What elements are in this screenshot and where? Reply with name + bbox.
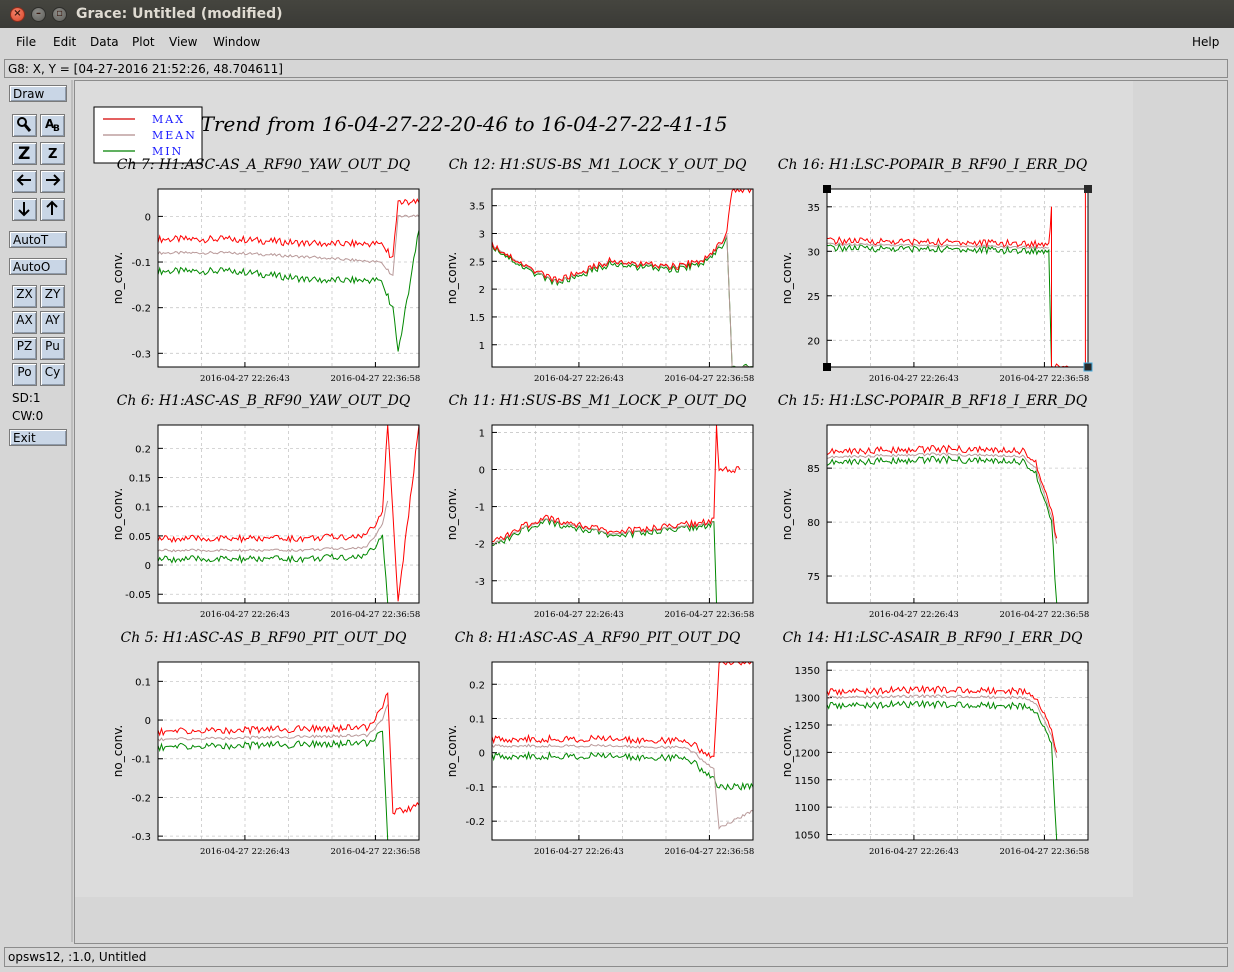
y-tick-label: 3.5: [469, 202, 485, 213]
x-tick-label: 2016-04-27 22:26:43: [869, 847, 959, 857]
y-tick-label: 0: [479, 749, 485, 760]
x-tick-label: 2016-04-27 22:26:43: [534, 374, 624, 384]
status-text: opsws12, :1.0, Untitled: [8, 950, 147, 964]
y-tick-label: -0.1: [131, 755, 151, 766]
x-tick-label: 2016-04-27 22:36:58: [999, 610, 1089, 620]
y-tick-label: 1150: [795, 776, 820, 787]
y-tick-label: 1.5: [469, 313, 485, 324]
status-bar: opsws12, :1.0, Untitled: [4, 947, 1228, 967]
x-tick-label: 2016-04-27 22:26:43: [869, 610, 959, 620]
y-tick-label: -0.2: [465, 817, 485, 828]
selection-handle[interactable]: [823, 363, 831, 371]
y-tick-label: -0.2: [131, 304, 151, 315]
y-tick-label: -1: [475, 503, 485, 514]
y-tick-label: -3: [475, 577, 485, 588]
y-tick-label: -0.1: [465, 783, 485, 794]
y-tick-label: -0.1: [131, 258, 151, 269]
y-tick-label: -0.3: [131, 832, 151, 843]
y-tick-label: -0.3: [131, 349, 151, 360]
y-axis-label: no_conv.: [111, 725, 125, 777]
y-tick-label: 0.2: [469, 680, 485, 691]
y-tick-label: 0.15: [129, 474, 151, 485]
y-axis-label: no_conv.: [780, 488, 794, 540]
x-tick-label: 2016-04-27 22:26:43: [200, 610, 290, 620]
y-tick-label: 0.1: [469, 714, 485, 725]
y-tick-label: -0.05: [125, 590, 151, 601]
selection-handle[interactable]: [1083, 362, 1093, 372]
y-tick-label: 85: [807, 464, 820, 475]
x-tick-label: 2016-04-27 22:36:58: [664, 374, 754, 384]
y-tick-label: 1050: [795, 831, 820, 842]
y-tick-label: 80: [807, 518, 820, 529]
y-tick-label: 1250: [795, 721, 820, 732]
x-tick-label: 2016-04-27 22:36:58: [664, 610, 754, 620]
selection-handle[interactable]: [823, 185, 831, 193]
y-axis-label: no_conv.: [111, 488, 125, 540]
graph-title: Ch 11: H1:SUS-BS_M1_LOCK_P_OUT_DQ: [448, 393, 747, 409]
graph-title: Ch 5: H1:ASC-AS_B_RF90_PIT_OUT_DQ: [121, 630, 407, 646]
graph-title: Ch 7: H1:ASC-AS_A_RF90_YAW_OUT_DQ: [117, 157, 411, 173]
y-axis-label: no_conv.: [445, 725, 459, 777]
y-tick-label: 0.05: [129, 532, 151, 543]
x-tick-label: 2016-04-27 22:36:58: [330, 847, 420, 857]
x-tick-label: 2016-04-27 22:36:58: [664, 847, 754, 857]
graphs-group: 0 -0.1 -0.2 -0.3 2016-04-27 22:26:43 2016-04-…: [111, 157, 1093, 857]
y-tick-label: 2: [479, 285, 485, 296]
y-tick-label: 1200: [795, 748, 820, 759]
y-tick-label: 0: [479, 466, 485, 477]
y-axis-label: no_conv.: [111, 252, 125, 304]
x-tick-label: 2016-04-27 22:26:43: [200, 374, 290, 384]
graph-title: Ch 14: H1:LSC-ASAIR_B_RF90_I_ERR_DQ: [782, 630, 1083, 646]
y-axis-label: no_conv.: [445, 488, 459, 540]
y-tick-label: 1: [479, 341, 485, 352]
y-tick-label: 1350: [795, 666, 820, 677]
legend-label: MEAN: [152, 129, 197, 142]
y-tick-label: 30: [807, 247, 820, 258]
y-axis-label: no_conv.: [445, 252, 459, 304]
graph-title: Ch 8: H1:ASC-AS_A_RF90_PIT_OUT_DQ: [455, 630, 741, 646]
legend-label: MAX: [152, 113, 185, 126]
x-tick-label: 2016-04-27 22:36:58: [330, 374, 420, 384]
plot-canvas: MAXMEANMIN Trend from 16-04-27-22-20-46 …: [75, 81, 1133, 897]
y-axis-label: no_conv.: [780, 252, 794, 304]
selection-handle[interactable]: [1084, 185, 1092, 193]
y-tick-label: 0: [145, 716, 151, 727]
plot-title: Trend from 16-04-27-22-20-46 to 16-04-27…: [201, 112, 728, 136]
y-tick-label: 75: [807, 572, 820, 583]
y-axis-label: no_conv.: [780, 725, 794, 777]
y-tick-label: 1100: [795, 803, 820, 814]
y-tick-label: 1300: [795, 694, 820, 705]
x-tick-label: 2016-04-27 22:36:58: [999, 847, 1089, 857]
y-tick-label: 20: [807, 336, 820, 347]
y-tick-label: 0: [145, 212, 151, 223]
y-tick-label: 0.1: [135, 503, 151, 514]
x-tick-label: 2016-04-27 22:26:43: [200, 847, 290, 857]
legend: MAXMEANMIN: [93, 106, 203, 164]
y-tick-label: 35: [807, 203, 820, 214]
graph-title: Ch 12: H1:SUS-BS_M1_LOCK_Y_OUT_DQ: [449, 157, 747, 173]
graph-title: Ch 16: H1:LSC-POPAIR_B_RF90_I_ERR_DQ: [778, 157, 1088, 173]
y-tick-label: -2: [475, 540, 485, 551]
graph-title: Ch 6: H1:ASC-AS_B_RF90_YAW_OUT_DQ: [117, 393, 411, 409]
x-tick-label: 2016-04-27 22:36:58: [999, 374, 1089, 384]
y-tick-label: 2.5: [469, 257, 485, 268]
y-tick-label: 0.1: [135, 677, 151, 688]
y-tick-label: 0.2: [135, 444, 151, 455]
y-tick-label: 0: [145, 561, 151, 572]
y-tick-label: -0.2: [131, 793, 151, 804]
x-tick-label: 2016-04-27 22:26:43: [534, 610, 624, 620]
x-tick-label: 2016-04-27 22:36:58: [330, 610, 420, 620]
graph-title: Ch 15: H1:LSC-POPAIR_B_RF18_I_ERR_DQ: [778, 393, 1088, 409]
y-tick-label: 3: [479, 230, 485, 241]
x-tick-label: 2016-04-27 22:26:43: [869, 374, 959, 384]
x-tick-label: 2016-04-27 22:26:43: [534, 847, 624, 857]
y-tick-label: 1: [479, 428, 485, 439]
y-tick-label: 25: [807, 292, 820, 303]
